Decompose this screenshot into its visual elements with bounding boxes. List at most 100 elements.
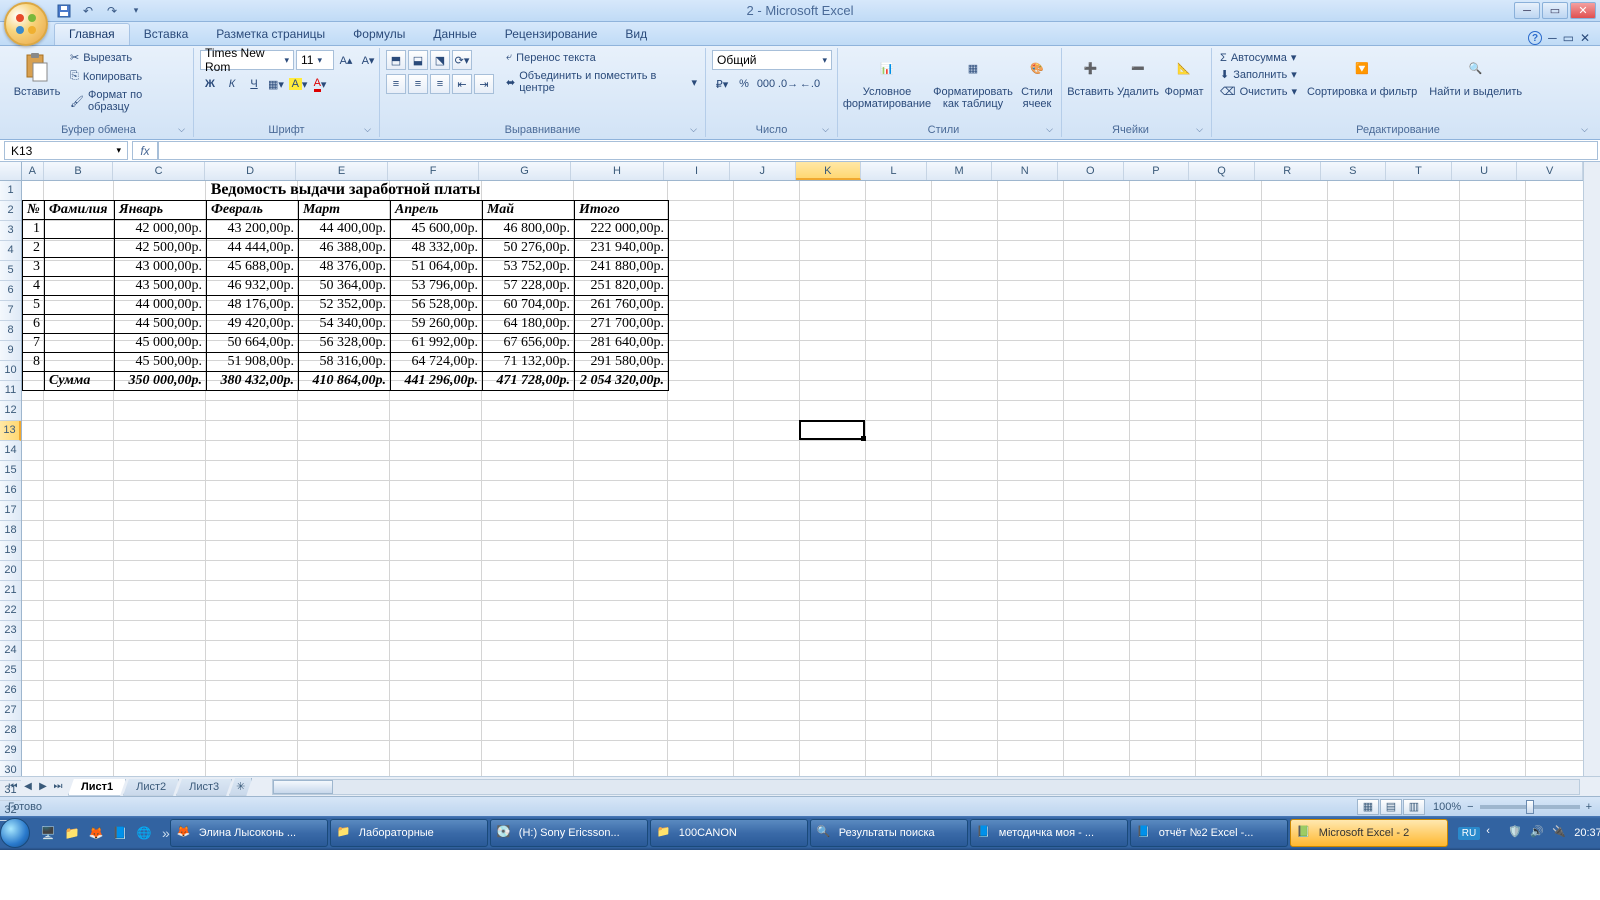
row-header[interactable]: 8 — [0, 321, 21, 341]
row-header[interactable]: 24 — [0, 641, 21, 661]
start-button[interactable] — [0, 816, 30, 850]
column-header[interactable]: U — [1452, 162, 1518, 180]
row-header[interactable]: 14 — [0, 441, 21, 461]
sheet-next-icon[interactable]: ▶ — [36, 781, 50, 792]
redo-icon[interactable]: ↷ — [104, 3, 120, 19]
clear-button[interactable]: ⌫Очистить ▾ — [1218, 84, 1299, 99]
zoom-thumb[interactable] — [1526, 800, 1534, 814]
cell-styles-button[interactable]: 🎨Стили ячеек — [1016, 50, 1058, 112]
taskbar-item[interactable]: 📘отчёт №2 Excel -... — [1130, 819, 1288, 847]
tab-view[interactable]: Вид — [611, 24, 661, 45]
cond-format-button[interactable]: 📊Условное форматирование — [844, 50, 930, 112]
column-header[interactable]: P — [1124, 162, 1190, 180]
zoom-out-icon[interactable]: − — [1467, 801, 1473, 813]
sheet-tab[interactable]: Лист2 — [123, 779, 179, 796]
ribbon-close-icon[interactable]: ✕ — [1580, 31, 1590, 45]
zoom-slider[interactable] — [1480, 805, 1580, 809]
taskbar-item[interactable]: 📘методичка моя - ... — [970, 819, 1128, 847]
column-header[interactable]: G — [479, 162, 570, 180]
row-header[interactable]: 19 — [0, 541, 21, 561]
column-header[interactable]: N — [992, 162, 1058, 180]
column-header[interactable]: S — [1321, 162, 1387, 180]
row-header[interactable]: 12 — [0, 401, 21, 421]
save-icon[interactable] — [56, 3, 72, 19]
tray-icon[interactable]: 🛡️ — [1508, 825, 1524, 841]
copy-button[interactable]: ⎘Копировать — [68, 69, 187, 84]
currency-icon[interactable]: ₽▾ — [712, 74, 732, 94]
row-header[interactable]: 6 — [0, 281, 21, 301]
column-header[interactable]: C — [113, 162, 204, 180]
increase-decimal-icon[interactable]: .0→ — [778, 74, 798, 94]
column-header[interactable]: F — [388, 162, 479, 180]
taskbar-item[interactable]: 📁Лабораторные — [330, 819, 488, 847]
grow-font-icon[interactable]: A▴ — [336, 50, 356, 70]
undo-icon[interactable]: ↶ — [80, 3, 96, 19]
row-header[interactable]: 22 — [0, 601, 21, 621]
column-header[interactable]: H — [571, 162, 664, 180]
row-header[interactable]: 23 — [0, 621, 21, 641]
taskbar-item[interactable]: 🦊Элина Лысоконь ... — [170, 819, 328, 847]
insert-cell-button[interactable]: ➕Вставить — [1068, 50, 1113, 100]
fill-button[interactable]: ⬇Заполнить ▾ — [1218, 67, 1299, 82]
row-header[interactable]: 18 — [0, 521, 21, 541]
number-format-combo[interactable]: Общий▾ — [712, 50, 832, 70]
comma-icon[interactable]: 000 — [756, 74, 776, 94]
column-header[interactable]: V — [1517, 162, 1583, 180]
cut-button[interactable]: ✂Вырезать — [68, 50, 187, 65]
bold-button[interactable]: Ж — [200, 74, 220, 94]
column-header[interactable]: T — [1386, 162, 1452, 180]
align-top-icon[interactable]: ⬒ — [386, 50, 406, 70]
fx-button[interactable]: fx — [132, 141, 158, 160]
percent-icon[interactable]: % — [734, 74, 754, 94]
column-header[interactable]: I — [664, 162, 730, 180]
sheet-tab[interactable]: Лист3 — [176, 779, 232, 796]
column-header[interactable]: B — [44, 162, 114, 180]
row-header[interactable]: 1 — [0, 181, 21, 201]
ql-icon[interactable]: 🌐 — [134, 823, 154, 843]
indent-increase-icon[interactable]: ⇥ — [474, 74, 494, 94]
align-center-icon[interactable]: ≡ — [408, 74, 428, 94]
indent-decrease-icon[interactable]: ⇤ — [452, 74, 472, 94]
font-color-button[interactable]: A▾ — [310, 74, 330, 94]
font-size-combo[interactable]: 11▾ — [296, 50, 334, 70]
italic-button[interactable]: К — [222, 74, 242, 94]
tab-review[interactable]: Рецензирование — [491, 24, 612, 45]
row-header[interactable]: 5 — [0, 261, 21, 281]
row-header[interactable]: 16 — [0, 481, 21, 501]
tab-insert[interactable]: Вставка — [130, 24, 203, 45]
borders-button[interactable]: ▦▾ — [266, 74, 286, 94]
column-header[interactable]: E — [296, 162, 387, 180]
language-indicator[interactable]: RU — [1458, 827, 1480, 840]
row-header[interactable]: 21 — [0, 581, 21, 601]
tab-pagelayout[interactable]: Разметка страницы — [202, 24, 339, 45]
merge-button[interactable]: ⬌Объединить и поместить в центре ▾ — [504, 69, 699, 95]
row-header[interactable]: 10 — [0, 361, 21, 381]
scrollbar-thumb[interactable] — [273, 780, 333, 794]
row-header[interactable]: 15 — [0, 461, 21, 481]
row-header[interactable]: 20 — [0, 561, 21, 581]
delete-cell-button[interactable]: ➖Удалить — [1117, 50, 1159, 100]
ql-icon[interactable]: 📁 — [62, 823, 82, 843]
column-header[interactable]: A — [22, 162, 44, 180]
clock[interactable]: 20:37 — [1574, 827, 1600, 839]
tray-icon[interactable]: ‹ — [1486, 825, 1502, 841]
tab-data[interactable]: Данные — [419, 24, 490, 45]
orientation-icon[interactable]: ⟳▾ — [452, 50, 472, 70]
sheet-prev-icon[interactable]: ◀ — [21, 781, 35, 792]
zoom-level[interactable]: 100% — [1433, 801, 1461, 813]
find-select-button[interactable]: 🔍Найти и выделить — [1425, 50, 1526, 100]
minimize-button[interactable]: ─ — [1514, 2, 1540, 19]
new-sheet-button[interactable]: ✳ — [229, 778, 252, 796]
fill-color-button[interactable]: A▾ — [288, 74, 308, 94]
name-box[interactable]: K13▾ — [4, 141, 128, 160]
wrap-text-button[interactable]: ⤶Перенос текста — [504, 50, 699, 65]
tray-icon[interactable]: 🔌 — [1552, 825, 1568, 841]
close-button[interactable]: ✕ — [1570, 2, 1596, 19]
autosum-button[interactable]: ΣАвтосумма ▾ — [1218, 50, 1299, 65]
qat-dropdown-icon[interactable]: ▾ — [128, 3, 144, 19]
row-header[interactable]: 31 — [0, 781, 21, 801]
taskbar-item[interactable]: 💽(H:) Sony Ericsson... — [490, 819, 648, 847]
row-header[interactable]: 17 — [0, 501, 21, 521]
column-header[interactable]: D — [205, 162, 296, 180]
select-all-corner[interactable] — [0, 162, 22, 180]
